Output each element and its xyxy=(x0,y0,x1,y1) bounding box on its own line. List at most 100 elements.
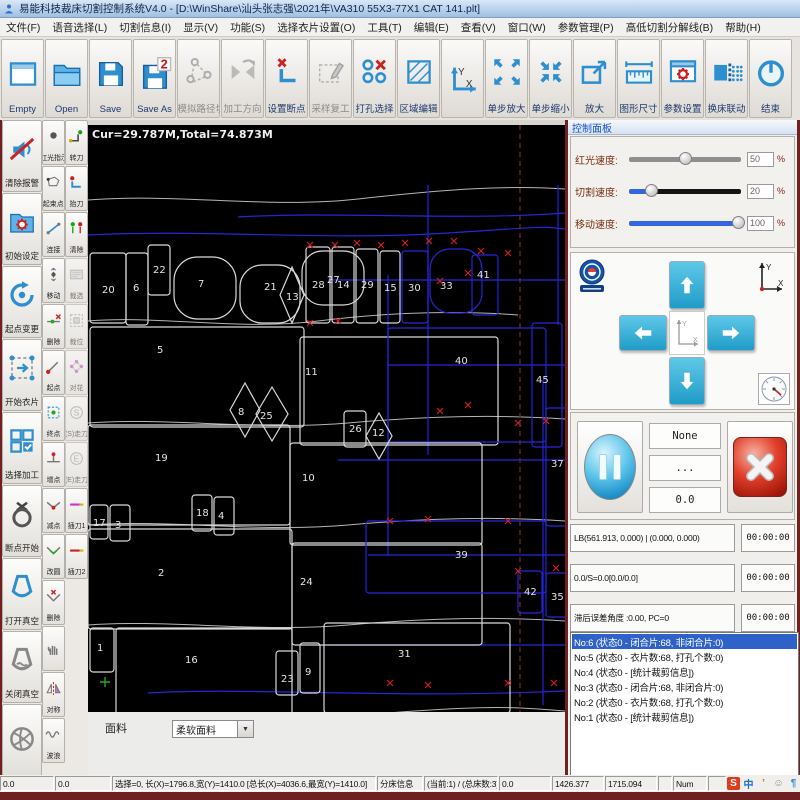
sidebar-button-转刀[interactable]: 转刀 xyxy=(65,120,88,165)
pattern-piece-7[interactable]: 7 xyxy=(174,257,236,319)
slider-thumb[interactable] xyxy=(732,216,745,229)
pattern-piece-41[interactable]: 41 xyxy=(472,255,498,315)
slider-thumb[interactable] xyxy=(645,184,658,197)
pause-button[interactable] xyxy=(584,434,636,500)
sidebar-button-关闭真空[interactable]: 关闭真空 xyxy=(2,631,42,703)
sidebar-button-减点[interactable]: 减点 xyxy=(42,488,65,533)
pattern-piece-25[interactable]: 25 xyxy=(256,387,288,441)
menu-item-0[interactable]: 文件(F) xyxy=(0,18,46,37)
mic-icon[interactable]: ¶ xyxy=(787,777,800,790)
pattern-piece-26[interactable]: 26 xyxy=(344,411,366,447)
job-list-item[interactable]: No:5 (状态0 - 衣片数:68, 打孔个数:0) xyxy=(572,649,797,664)
pattern-piece-17[interactable]: 17 xyxy=(90,505,108,539)
sidebar-button-打开真空[interactable]: 打开真空 xyxy=(2,558,42,630)
sidebar-button-初始设定[interactable]: 初始设定 xyxy=(2,193,42,265)
toolbar-button-打孔选择[interactable]: 打孔选择 xyxy=(353,39,396,118)
toolbar-button-结束[interactable]: 结束 xyxy=(749,39,792,118)
zhong-icon[interactable]: 中 xyxy=(742,777,755,790)
menu-item-5[interactable]: 选择衣片设置(O) xyxy=(271,18,361,37)
jog-up-button[interactable] xyxy=(669,261,705,309)
pattern-piece-2[interactable]: 2 xyxy=(88,529,292,629)
toolbar-button-区域编辑[interactable]: 区域编辑 xyxy=(397,39,440,118)
menu-item-6[interactable]: 工具(T) xyxy=(361,18,407,37)
pattern-piece-16[interactable]: 16 xyxy=(116,628,292,712)
pattern-piece-45[interactable]: 45 xyxy=(532,323,562,447)
smiley-icon[interactable]: ☺ xyxy=(772,777,785,790)
job-list-item[interactable]: No:2 (状态0 - 衣片数:68, 打孔个数:0) xyxy=(572,694,797,709)
sidebar-button-对称[interactable]: 对称 xyxy=(42,672,65,717)
sidebar-button-选择加工[interactable]: 选择加工 xyxy=(2,412,42,484)
pattern-piece-27[interactable]: 27 xyxy=(302,251,364,305)
pattern-piece-22[interactable]: 22 xyxy=(148,245,170,295)
pattern-piece-20[interactable]: 20 xyxy=(90,253,126,323)
sidebar-button-插刀1[interactable]: 插刀1 xyxy=(65,488,88,533)
pattern-piece-15[interactable]: 15 xyxy=(380,251,400,323)
job-list-item[interactable]: No:1 (状态0 - [统计裁剪信息]) xyxy=(572,709,797,724)
pattern-piece-24[interactable]: 24 xyxy=(292,543,482,645)
toolbar-button-放大[interactable]: 放大 xyxy=(573,39,616,118)
pattern-piece-23[interactable]: 23 xyxy=(276,651,298,695)
menu-item-4[interactable]: 功能(S) xyxy=(224,18,271,37)
pattern-piece-30[interactable]: 30 xyxy=(402,251,428,323)
slider-track[interactable] xyxy=(629,221,741,226)
slider-track[interactable] xyxy=(629,189,741,194)
sidebar-button-连接[interactable]: 连接 xyxy=(42,212,65,257)
sidebar-button-开始衣片[interactable]: 开始衣片 xyxy=(2,339,42,411)
pattern-piece-33[interactable]: 33 xyxy=(430,249,482,313)
pattern-piece-35[interactable]: 35 xyxy=(546,573,565,617)
sidebar-button-fan-icon[interactable] xyxy=(2,704,42,776)
sidebar-button-抬刀[interactable]: 抬刀 xyxy=(65,166,88,211)
menu-item-1[interactable]: 语音选择(L) xyxy=(46,18,113,37)
pattern-piece-10[interactable]: 10 xyxy=(290,443,482,545)
pattern-piece-29[interactable]: 29 xyxy=(356,249,378,323)
jog-right-button[interactable] xyxy=(707,315,755,351)
pattern-piece-19[interactable]: 19 xyxy=(88,425,290,525)
sidebar-button-删除[interactable]: 删除 xyxy=(42,580,65,625)
sidebar-button-起点变更[interactable]: 起点变更 xyxy=(2,266,42,338)
sidebar-button-增点[interactable]: 增点 xyxy=(42,442,65,487)
sidebar-button-起点[interactable]: 起点 xyxy=(42,350,65,395)
sidebar-button-改圆[interactable]: 改圆 xyxy=(42,534,65,579)
cut-canvas[interactable]: 2062272127132814291530334151140458252612… xyxy=(88,125,565,712)
toolbar-button-axes-icon[interactable]: YX xyxy=(441,39,484,118)
sidebar-button-hand-icon[interactable] xyxy=(42,626,65,671)
pattern-piece-11[interactable]: 11 xyxy=(300,337,498,445)
menu-item-3[interactable]: 显示(V) xyxy=(177,18,224,37)
menu-item-9[interactable]: 窗口(W) xyxy=(502,18,552,37)
jog-down-button[interactable] xyxy=(669,357,705,405)
sidebar-button-清除报警[interactable]: 清除报警 xyxy=(2,120,42,192)
job-list-item[interactable]: No:6 (状态0 - 闭合片:68, 非闭合片:0) xyxy=(572,634,797,649)
pattern-piece-42[interactable]: 42 xyxy=(518,571,542,613)
toolbar-button-单步缩小[interactable]: 单步缩小 xyxy=(529,39,572,118)
toolbar-button-图形尺寸[interactable]: 图形尺寸 xyxy=(617,39,660,118)
sidebar-button-插刀2[interactable]: 插刀2 xyxy=(65,534,88,579)
menu-item-10[interactable]: 参数管理(P) xyxy=(552,18,620,37)
fabric-select[interactable]: 柔软面料 ▼ xyxy=(172,720,254,738)
stop-button[interactable] xyxy=(733,437,787,497)
pattern-piece-6[interactable]: 6 xyxy=(126,253,148,325)
comma-icon[interactable]: ’ xyxy=(757,777,770,790)
job-list-item[interactable]: No:3 (状态0 - 闭合片:68, 非闭合片:0) xyxy=(572,679,797,694)
gauge-icon[interactable] xyxy=(758,373,790,405)
menu-item-11[interactable]: 高低切割分解线(B) xyxy=(620,18,720,37)
toolbar-button-参数设置[interactable]: 参数设置 xyxy=(661,39,704,118)
slider-thumb[interactable] xyxy=(679,152,692,165)
sidebar-button-波浪[interactable]: 波浪 xyxy=(42,718,65,763)
toolbar-button-设置断点[interactable]: 设置断点 xyxy=(265,39,308,118)
sidebar-button-清除[interactable]: 清除 xyxy=(65,212,88,257)
job-list-item[interactable]: No:4 (状态0 - [统计裁剪信息]) xyxy=(572,664,797,679)
toolbar-button-单步放大[interactable]: 单步放大 xyxy=(485,39,528,118)
toolbar-button-Open[interactable]: Open xyxy=(45,39,88,118)
sogou-icon[interactable]: S xyxy=(727,777,740,790)
pattern-piece-8[interactable]: 8 xyxy=(230,383,260,437)
job-list[interactable]: No:6 (状态0 - 闭合片:68, 非闭合片:0)No:5 (状态0 - 衣… xyxy=(570,632,799,776)
slider-track[interactable] xyxy=(629,157,741,162)
sidebar-button-终点[interactable]: 终点 xyxy=(42,396,65,441)
menu-item-2[interactable]: 切割信息(I) xyxy=(113,18,177,37)
menu-item-7[interactable]: 编辑(E) xyxy=(408,18,455,37)
pattern-piece-40[interactable]: 40 xyxy=(388,328,546,442)
sidebar-button-删除[interactable]: 删除 xyxy=(42,304,65,349)
toolbar-button-换床联动[interactable]: 换床联动 xyxy=(705,39,748,118)
pattern-piece-1[interactable]: 1 xyxy=(90,628,114,672)
sidebar-button-移动[interactable]: 移动 xyxy=(42,258,65,303)
